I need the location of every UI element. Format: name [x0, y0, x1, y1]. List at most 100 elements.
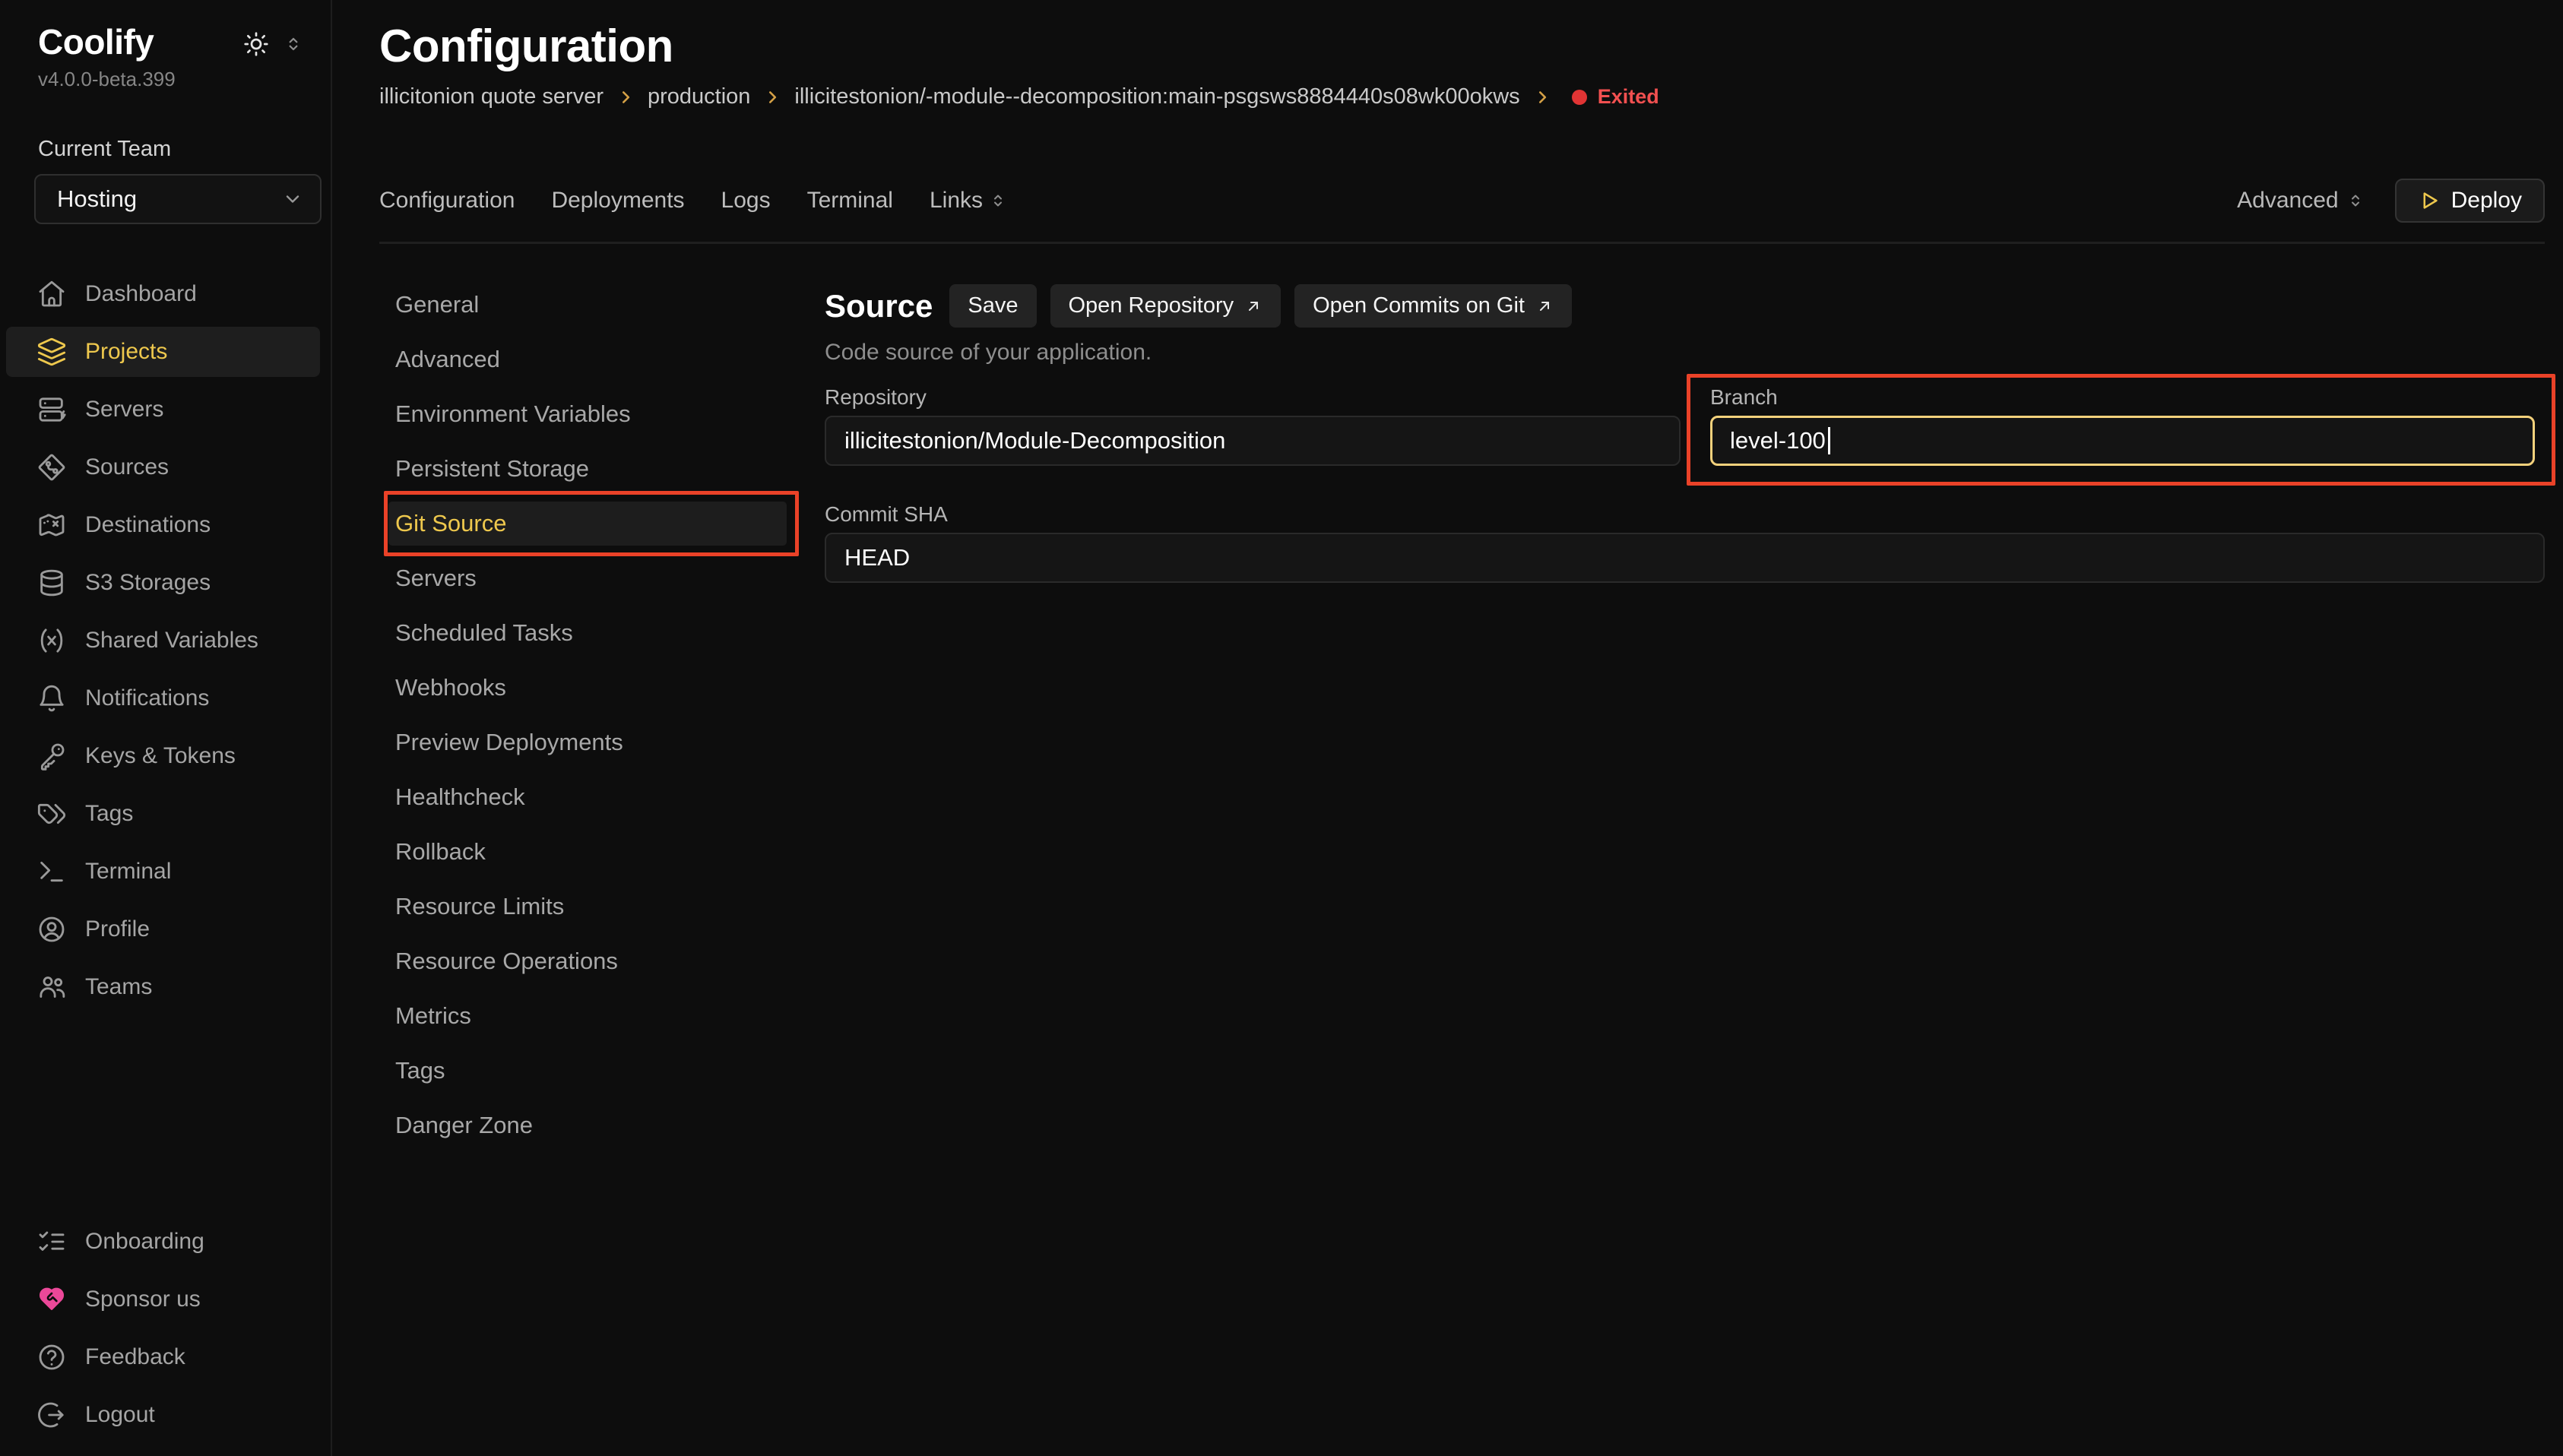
subnav-item-healthcheck[interactable]: Healthcheck [379, 770, 790, 825]
help-circle-icon [36, 1342, 67, 1372]
sidebar-item-shared-variables[interactable]: Shared Variables [0, 612, 331, 669]
terminal-icon [36, 856, 67, 887]
advanced-dropdown[interactable]: Advanced [2237, 188, 2364, 214]
external-link-icon [1244, 297, 1262, 315]
source-description: Code source of your application. [825, 340, 2545, 366]
sidebar-item-label: Notifications [85, 685, 209, 711]
page-title: Configuration [379, 20, 2545, 72]
checklist-icon [36, 1227, 67, 1257]
sidebar-item-projects[interactable]: Projects [6, 327, 320, 377]
subnav-item-git-source[interactable]: Git Source [388, 502, 787, 546]
server-icon [36, 394, 67, 425]
chevron-right-icon [616, 87, 635, 107]
repository-input[interactable] [825, 416, 1681, 466]
subnav-item-general[interactable]: General [379, 277, 790, 332]
sidebar-item-keys-tokens[interactable]: Keys & Tokens [0, 727, 331, 785]
database-icon [36, 568, 67, 598]
subnav-item-rollback[interactable]: Rollback [379, 825, 790, 879]
branch-input[interactable]: level-100 [1710, 416, 2535, 466]
sidebar-item-tags[interactable]: Tags [0, 785, 331, 843]
source-panel: Source Save Open Repository Open Commits… [825, 277, 2545, 1456]
subnav-item-resource-operations[interactable]: Resource Operations [379, 934, 790, 989]
sidebar-nav: Dashboard Projects Servers Sources Desti… [0, 265, 331, 1016]
sidebar-footer-nav: Onboarding Sponsor us Feedback Logout [0, 1213, 331, 1456]
tabs-divider [379, 242, 2545, 244]
sidebar-item-sources[interactable]: Sources [0, 438, 331, 496]
subnav-item-advanced[interactable]: Advanced [379, 332, 790, 387]
sidebar-item-sponsor-us[interactable]: Sponsor us [0, 1271, 331, 1328]
save-button[interactable]: Save [949, 284, 1036, 328]
sidebar-item-label: Terminal [85, 859, 171, 885]
sidebar-item-label: Feedback [85, 1344, 185, 1370]
sidebar-item-servers[interactable]: Servers [0, 381, 331, 438]
sidebar-item-dashboard[interactable]: Dashboard [0, 265, 331, 323]
status-dot-icon [1572, 90, 1587, 105]
sidebar-item-notifications[interactable]: Notifications [0, 669, 331, 727]
chevron-right-icon [762, 87, 782, 107]
subnav-item-preview-deployments[interactable]: Preview Deployments [379, 715, 790, 770]
breadcrumb-project[interactable]: illicitonion quote server [379, 84, 604, 109]
commit-sha-input[interactable] [825, 533, 2545, 583]
sidebar-collapse-selector-icon[interactable] [284, 34, 303, 54]
repository-field-group: Repository [825, 384, 1681, 466]
sidebar-item-label: Onboarding [85, 1229, 204, 1255]
tab-links-label: Links [930, 188, 983, 214]
sidebar-item-feedback[interactable]: Feedback [0, 1328, 331, 1386]
subnav-item-environment-variables[interactable]: Environment Variables [379, 387, 790, 442]
open-repository-button[interactable]: Open Repository [1050, 284, 1282, 328]
source-form: Repository Branch level-100 Commit SHA [825, 384, 2545, 583]
breadcrumb-environment[interactable]: production [648, 84, 750, 109]
subnav-item-tags[interactable]: Tags [379, 1043, 790, 1098]
selector-icon [989, 191, 1007, 210]
current-team-label: Current Team [0, 91, 331, 162]
logo-row: Coolify [0, 0, 331, 62]
status-badge: Exited [1598, 85, 1659, 109]
subnav-item-persistent-storage[interactable]: Persistent Storage [379, 442, 790, 496]
sidebar-item-label: Sponsor us [85, 1287, 201, 1312]
tab-deployments[interactable]: Deployments [551, 188, 684, 214]
main-content: Configuration illicitonion quote server … [332, 0, 2563, 1456]
commit-sha-label: Commit SHA [825, 501, 2545, 528]
sidebar-item-teams[interactable]: Teams [0, 958, 331, 1016]
branch-annotation-box: Branch level-100 [1687, 374, 2555, 486]
sidebar-item-profile[interactable]: Profile [0, 901, 331, 958]
open-commits-button[interactable]: Open Commits on Git [1294, 284, 1572, 328]
selector-icon [2346, 191, 2365, 210]
sidebar-item-onboarding[interactable]: Onboarding [0, 1213, 331, 1271]
theme-sun-icon[interactable] [242, 30, 270, 58]
breadcrumb-application[interactable]: illicitestonion/-module--decomposition:m… [794, 84, 1519, 109]
external-link-icon [1535, 297, 1554, 315]
open-repository-label: Open Repository [1069, 293, 1234, 318]
subnav-item-webhooks[interactable]: Webhooks [379, 660, 790, 715]
subnav-item-metrics[interactable]: Metrics [379, 989, 790, 1043]
app-logo: Coolify [38, 23, 154, 62]
sidebar-item-label: Keys & Tokens [85, 743, 236, 769]
tab-configuration[interactable]: Configuration [379, 188, 515, 214]
config-subnav: General Advanced Environment Variables P… [379, 277, 790, 1456]
subnav-item-resource-limits[interactable]: Resource Limits [379, 879, 790, 934]
team-select[interactable]: Hosting [34, 174, 322, 224]
subnav-item-servers[interactable]: Servers [379, 551, 790, 606]
deploy-button[interactable]: Deploy [2395, 179, 2545, 223]
tab-links[interactable]: Links [930, 188, 1007, 214]
sidebar-item-terminal[interactable]: Terminal [0, 843, 331, 901]
breadcrumb: illicitonion quote server production ill… [379, 84, 2545, 109]
tabs-row: Configuration Deployments Logs Terminal … [379, 178, 2545, 223]
play-icon [2418, 189, 2441, 212]
sidebar-item-label: Destinations [85, 512, 211, 538]
sidebar-item-destinations[interactable]: Destinations [0, 496, 331, 554]
tab-terminal[interactable]: Terminal [807, 188, 893, 214]
tab-logs[interactable]: Logs [721, 188, 771, 214]
source-heading: Source [825, 288, 933, 324]
subnav-item-scheduled-tasks[interactable]: Scheduled Tasks [379, 606, 790, 660]
logout-icon [36, 1400, 67, 1430]
repository-label: Repository [825, 384, 1681, 411]
sidebar-item-label: Logout [85, 1402, 155, 1428]
subnav-item-danger-zone[interactable]: Danger Zone [379, 1098, 790, 1153]
user-circle-icon [36, 914, 67, 945]
sidebar-item-logout[interactable]: Logout [0, 1386, 331, 1444]
sidebar-item-label: S3 Storages [85, 570, 211, 596]
sidebar-item-s3-storages[interactable]: S3 Storages [0, 554, 331, 612]
variable-icon [36, 625, 67, 656]
advanced-label: Advanced [2237, 188, 2338, 214]
